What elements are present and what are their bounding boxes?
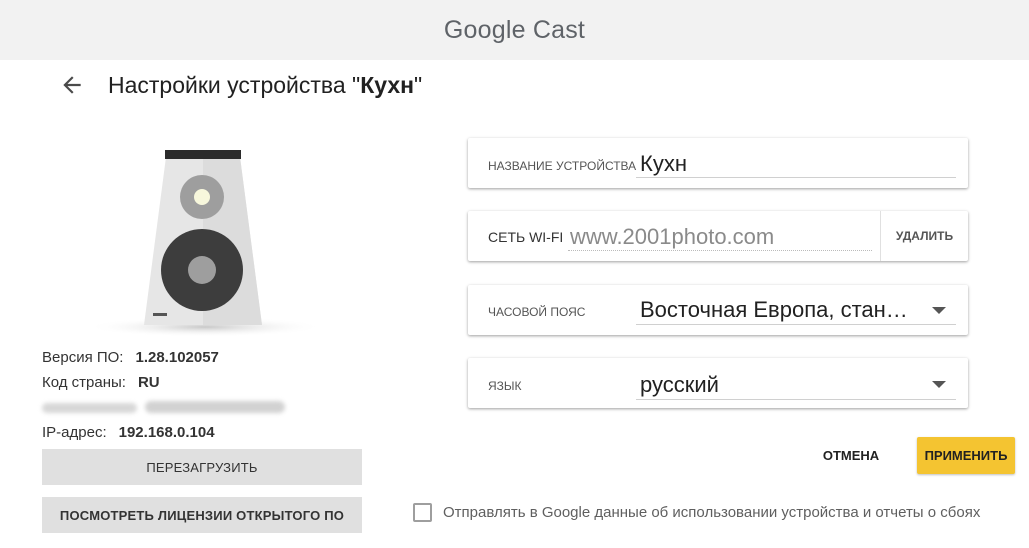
timezone-select[interactable]: Восточная Европа, стан… [640, 297, 908, 323]
logo-google-text: Google [443, 15, 526, 44]
device-name-label: название устройства [488, 159, 637, 173]
apply-button[interactable]: ПРИМЕНИТЬ [917, 437, 1015, 474]
usage-consent[interactable]: Отправлять в Google данные об использова… [413, 503, 980, 522]
title-prefix: Настройки устройства " [108, 71, 361, 98]
wifi-label: СЕТЬ WI-FI [488, 229, 564, 245]
device-name-underline [636, 177, 956, 178]
page-title: Настройки устройства "Кухн" [108, 72, 422, 99]
timezone-card[interactable]: часовой пояс Восточная Европа, стан… [468, 285, 968, 335]
redacted-label [42, 403, 137, 413]
language-underline [636, 399, 956, 400]
ip-value: 192.168.0.104 [118, 424, 215, 441]
google-cast-logo: Google Cast [444, 16, 585, 45]
timezone-label: часовой пояс [488, 305, 586, 319]
page-header: Настройки устройства "Кухн" [58, 68, 422, 102]
country-label: Код страны: [42, 374, 126, 391]
country-row: Код страны: RU [42, 370, 219, 395]
language-select[interactable]: русский [640, 372, 719, 398]
speaker-illustration [87, 145, 323, 340]
firmware-row: Версия ПО: 1.28.102057 [42, 345, 219, 370]
reboot-button[interactable]: ПЕРЕЗАГРУЗИТЬ [42, 449, 362, 485]
ip-label: IP-адрес: [42, 424, 107, 441]
wifi-network-value: www.2001photo.com [570, 224, 775, 249]
chevron-down-icon[interactable] [932, 307, 946, 314]
country-value: RU [137, 374, 160, 391]
language-label: язык [488, 379, 522, 393]
title-device-name: Кухн [360, 71, 415, 98]
device-name-card[interactable]: название устройства Кухн [468, 138, 968, 188]
top-bar: Google Cast [0, 0, 1029, 60]
logo-cast-text: Cast [532, 15, 586, 44]
firmware-label: Версия ПО: [42, 349, 124, 366]
consent-checkbox[interactable] [413, 503, 432, 522]
device-info: Версия ПО: 1.28.102057 Код страны: RU IP-а… [42, 345, 285, 445]
consent-label: Отправлять в Google данные об использова… [443, 504, 981, 521]
language-card[interactable]: язык русский [468, 358, 968, 408]
firmware-value: 1.28.102057 [135, 349, 219, 366]
wifi-card: СЕТЬ WI-FI www.2001photo.com УДАЛИТЬ [468, 211, 968, 261]
ip-row: IP-адрес: 192.168.0.104 [42, 420, 219, 445]
redacted-value [145, 401, 285, 413]
open-source-licenses-button[interactable]: ПОСМОТРЕТЬ ЛИЦЕНЗИИ ОТКРЫТОГО ПО [42, 497, 362, 533]
cancel-button[interactable]: ОТМЕНА [806, 437, 896, 473]
wifi-underline [568, 250, 872, 251]
device-name-input[interactable]: Кухн [640, 151, 687, 177]
forget-wifi-button[interactable]: УДАЛИТЬ [880, 211, 968, 261]
redacted-row [42, 395, 285, 420]
arrow-back-icon[interactable] [58, 71, 86, 99]
timezone-underline [636, 324, 956, 325]
title-suffix: " [414, 71, 423, 98]
chevron-down-icon[interactable] [932, 381, 946, 388]
